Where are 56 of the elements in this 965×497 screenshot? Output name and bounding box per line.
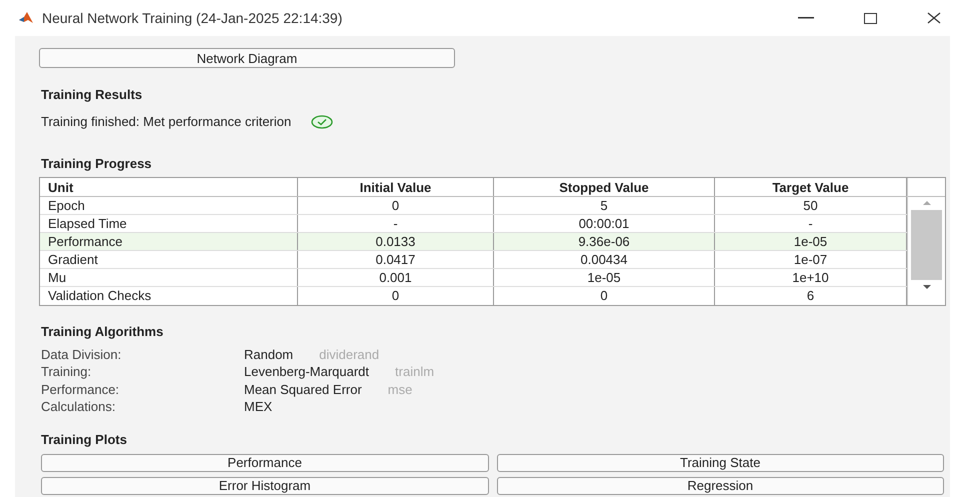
section-heading: Training Progress (41, 154, 153, 173)
table-cell: Validation Checks (40, 287, 298, 305)
plot-button[interactable]: Regression (496, 477, 944, 495)
column-header[interactable]: Stopped Value (494, 178, 715, 196)
table-cell: 9.36e-06 (494, 233, 715, 250)
algorithm-value: Levenberg-Marquardt (244, 363, 370, 381)
minimize-icon[interactable] (798, 17, 814, 19)
column-header[interactable]: Target Value (715, 178, 907, 196)
table-cell: 1e-05 (715, 233, 907, 250)
column-header[interactable]: Unit (40, 178, 298, 196)
section-heading: Training Plots (41, 430, 128, 449)
function-name: trainlm (395, 363, 434, 381)
scrollbar[interactable] (907, 178, 945, 305)
table-cell: 6 (715, 287, 907, 305)
table-cell: 0 (298, 197, 494, 214)
algorithm-value: Mean Squared Error (244, 380, 362, 399)
table-cell: 0.0417 (298, 251, 494, 268)
table-cell: - (298, 215, 494, 232)
network-diagram-button[interactable]: Network Diagram (39, 48, 455, 68)
function-name: mse (388, 380, 412, 398)
algorithm-label: Calculations: (41, 398, 116, 416)
table-cell: 5 (494, 197, 715, 214)
table-cell: 0 (494, 287, 715, 305)
section-heading: Training Algorithms (41, 323, 164, 341)
function-name: dividerand (319, 346, 380, 364)
window-title: Neural Network Training (24-Jan-2025 22:14:39) (42, 8, 342, 28)
table-cell: 1e-05 (494, 269, 715, 286)
close-icon[interactable] (927, 12, 941, 24)
table-cell: 0.001 (298, 269, 494, 286)
table-cell: Epoch (40, 197, 298, 214)
maximize-icon[interactable] (864, 12, 877, 24)
table-cell: Elapsed Time (40, 215, 298, 232)
section-heading: Training Results (41, 86, 144, 104)
table-cell: 0.0133 (298, 233, 494, 250)
table-cell: 0 (298, 287, 494, 305)
algorithm-label: Performance: (41, 380, 120, 398)
column-header[interactable]: Initial Value (298, 178, 494, 196)
algorithm-value: Random (244, 346, 294, 364)
table-cell: 0.00434 (494, 251, 715, 268)
table-cell: Performance (40, 233, 298, 250)
table-cell: 50 (715, 197, 907, 214)
plot-button[interactable]: Performance (41, 454, 488, 472)
table-cell: 1e+10 (715, 269, 907, 286)
plot-button[interactable]: Error Histogram (41, 477, 488, 495)
scrollbar-thumb[interactable] (911, 210, 942, 280)
table-cell: Gradient (40, 251, 298, 268)
status-text: Training finished: Met performance criterion (41, 113, 292, 131)
table-cell: 00:00:01 (494, 215, 715, 232)
algorithm-label: Data Division: (41, 346, 122, 364)
table-cell: 1e-07 (715, 251, 907, 268)
plot-button[interactable]: Training State (496, 454, 944, 472)
algorithm-value: MEX (244, 398, 272, 416)
table-cell: - (715, 215, 907, 232)
algorithm-label: Training: (41, 363, 92, 381)
scroll-down-icon[interactable] (922, 284, 932, 290)
table-cell: Mu (40, 269, 298, 286)
